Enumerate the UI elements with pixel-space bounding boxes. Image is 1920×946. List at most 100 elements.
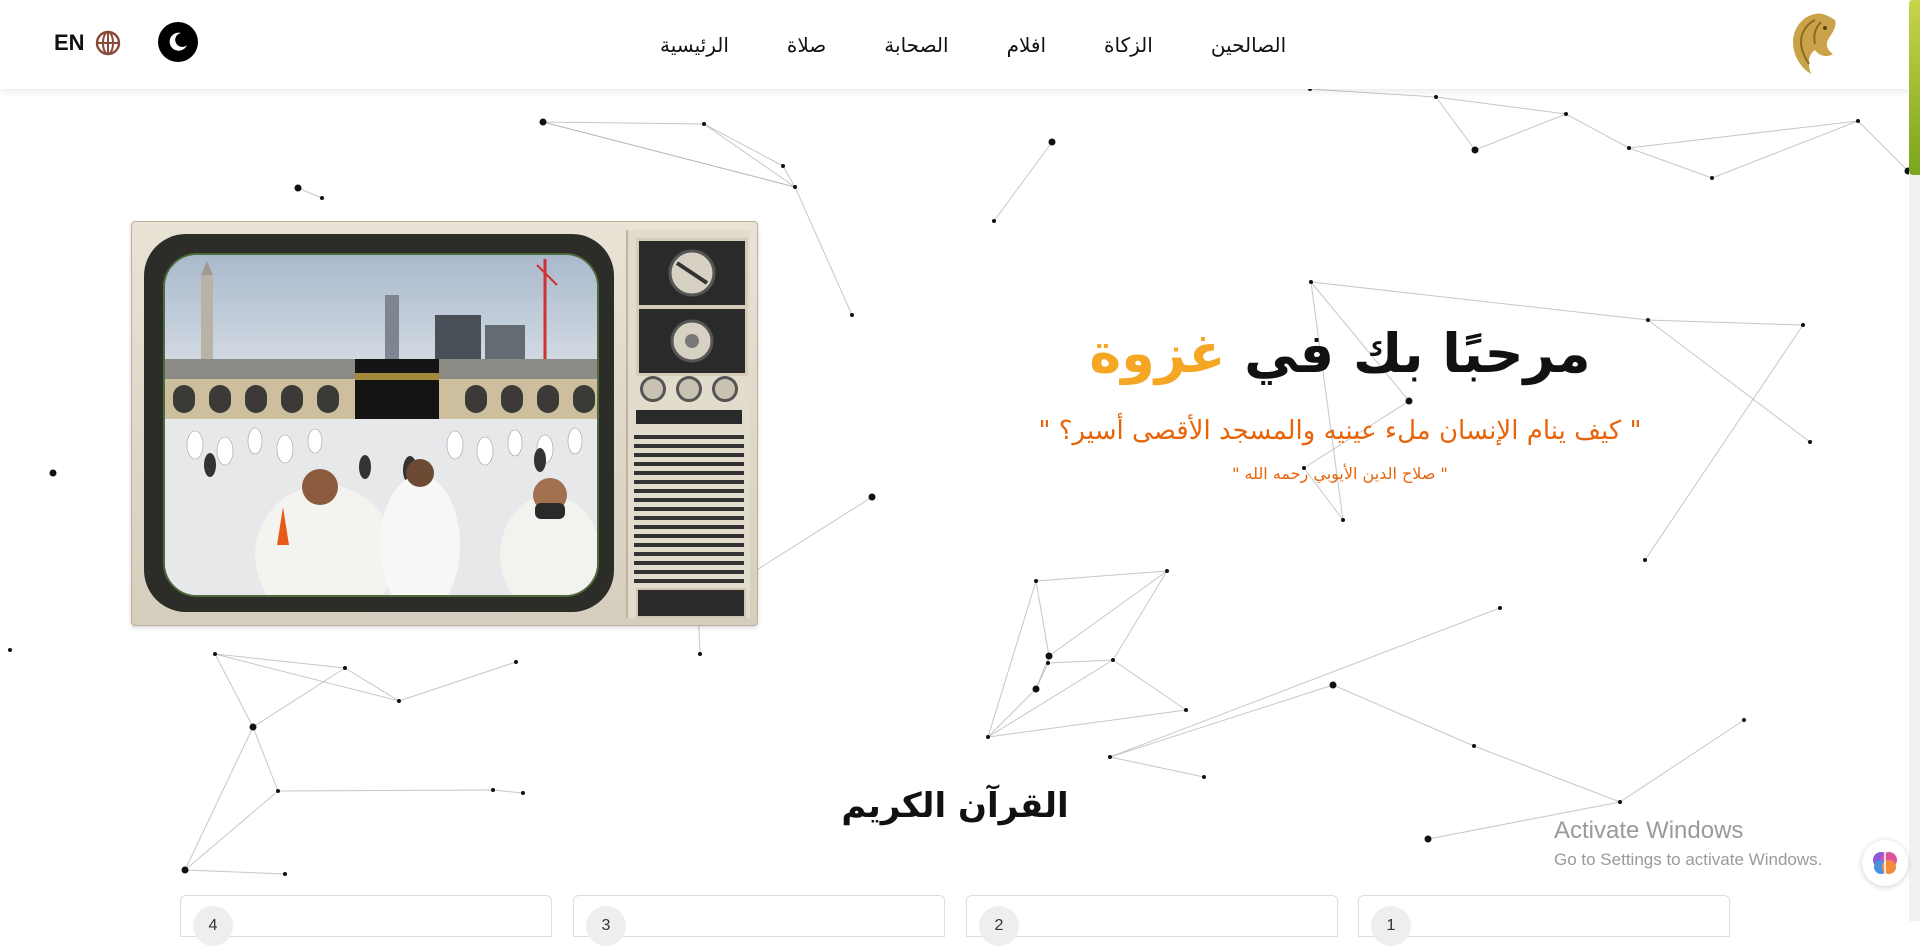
scrollbar-thumb[interactable] <box>1909 0 1920 175</box>
network-line <box>184 869 286 875</box>
network-line <box>252 667 346 728</box>
network-line <box>1435 96 1476 151</box>
network-node <box>1856 119 1860 123</box>
network-node <box>1045 652 1053 660</box>
network-line <box>794 186 853 316</box>
network-node <box>213 652 217 656</box>
tv-control-panel <box>626 230 750 618</box>
hero-title-prefix: مرحبًا بك في <box>1244 322 1591 385</box>
network-node <box>1564 112 1568 116</box>
network-node <box>1341 518 1345 522</box>
nav-link-zakat[interactable]: الزكاة <box>1104 33 1153 57</box>
surah-number: 3 <box>586 906 626 946</box>
network-node <box>1165 569 1169 573</box>
surah-card[interactable]: 4 <box>180 895 552 946</box>
network-line <box>184 790 279 871</box>
network-node <box>992 219 996 223</box>
network-node <box>249 723 257 731</box>
network-line <box>1857 120 1909 172</box>
kaaba-photo <box>163 253 599 597</box>
retro-tv <box>131 221 758 626</box>
network-node <box>320 196 324 200</box>
horse-logo-icon[interactable] <box>1785 10 1845 78</box>
network-node <box>491 788 495 792</box>
tv-label-strip <box>636 410 742 424</box>
network-node <box>1471 146 1479 154</box>
navbar: الرئيسية صلاة الصحابة افلام الزكاة الصال… <box>0 0 1909 89</box>
network-line <box>1035 662 1049 690</box>
network-line <box>1309 88 1437 98</box>
network-line <box>277 789 494 792</box>
network-line <box>1332 684 1475 747</box>
network-line <box>297 187 323 199</box>
network-line <box>1035 580 1050 657</box>
nav-link-righteous[interactable]: الصالحين <box>1211 33 1286 57</box>
brain-icon <box>1873 852 1897 874</box>
network-node <box>343 666 347 670</box>
tv-button-icon <box>640 376 666 402</box>
network-line <box>782 165 796 188</box>
surah-card[interactable]: 3 <box>573 895 945 946</box>
network-line <box>1619 719 1745 803</box>
network-node <box>1434 95 1438 99</box>
network-node <box>1034 579 1038 583</box>
tv-button-icon <box>676 376 702 402</box>
surah-card[interactable]: 2 <box>966 895 1338 946</box>
network-node <box>1048 138 1056 146</box>
language-switch[interactable]: EN <box>54 28 121 58</box>
network-line <box>214 653 346 669</box>
network-node <box>1618 800 1622 804</box>
chat-assistant-button[interactable] <box>1862 840 1908 886</box>
network-line <box>1109 607 1501 758</box>
globe-icon <box>95 30 120 56</box>
network-node <box>781 164 785 168</box>
windows-activation-subtitle: Go to Settings to activate Windows. <box>1554 850 1823 869</box>
network-node <box>521 791 525 795</box>
quran-section-title: القرآن الكريم <box>841 786 1069 826</box>
network-line <box>993 141 1053 222</box>
network-node <box>397 699 401 703</box>
network-node <box>1643 558 1647 562</box>
network-line <box>1435 96 1567 115</box>
network-line <box>1048 570 1168 657</box>
windows-activation-title: Activate Windows <box>1554 817 1744 844</box>
network-node <box>1808 440 1812 444</box>
network-node <box>514 660 518 664</box>
network-line <box>344 667 400 702</box>
network-line <box>252 726 279 792</box>
network-line <box>184 726 254 871</box>
network-node <box>276 789 280 793</box>
network-line <box>542 121 796 188</box>
network-node <box>283 872 287 876</box>
network-line <box>398 661 517 702</box>
network-node <box>8 648 12 652</box>
hero-quote: " كيف ينام الإنسان ملء عينيه والمسجد الأ… <box>1038 416 1642 446</box>
network-node <box>1202 775 1206 779</box>
network-line <box>703 123 796 188</box>
network-node <box>986 735 990 739</box>
network-node <box>1329 681 1337 689</box>
nav-link-prayer[interactable]: صلاة <box>787 33 826 57</box>
network-line <box>1628 147 1713 179</box>
nav-link-movies[interactable]: افلام <box>1007 33 1046 57</box>
network-node <box>868 493 876 501</box>
network-line <box>214 653 400 702</box>
theme-toggle-button[interactable] <box>158 22 198 62</box>
network-node <box>1472 744 1476 748</box>
surah-card[interactable]: 1 <box>1358 895 1730 946</box>
nav-link-home[interactable]: الرئيسية <box>660 33 729 57</box>
network-line <box>703 123 784 167</box>
network-line <box>1109 756 1205 778</box>
tv-speaker-grille <box>634 435 744 585</box>
hero-title-accent: غزوة <box>1089 322 1226 385</box>
network-node <box>1498 606 1502 610</box>
hero-title: مرحبًا بك في غزوة <box>1000 322 1680 385</box>
network-node <box>1405 397 1413 405</box>
network-node <box>1108 755 1112 759</box>
nav-link-companions[interactable]: الصحابة <box>884 33 948 57</box>
network-line <box>1109 684 1334 758</box>
surah-number: 2 <box>979 906 1019 946</box>
network-node <box>850 313 854 317</box>
tv-button-icon <box>712 376 738 402</box>
network-line <box>542 121 705 125</box>
